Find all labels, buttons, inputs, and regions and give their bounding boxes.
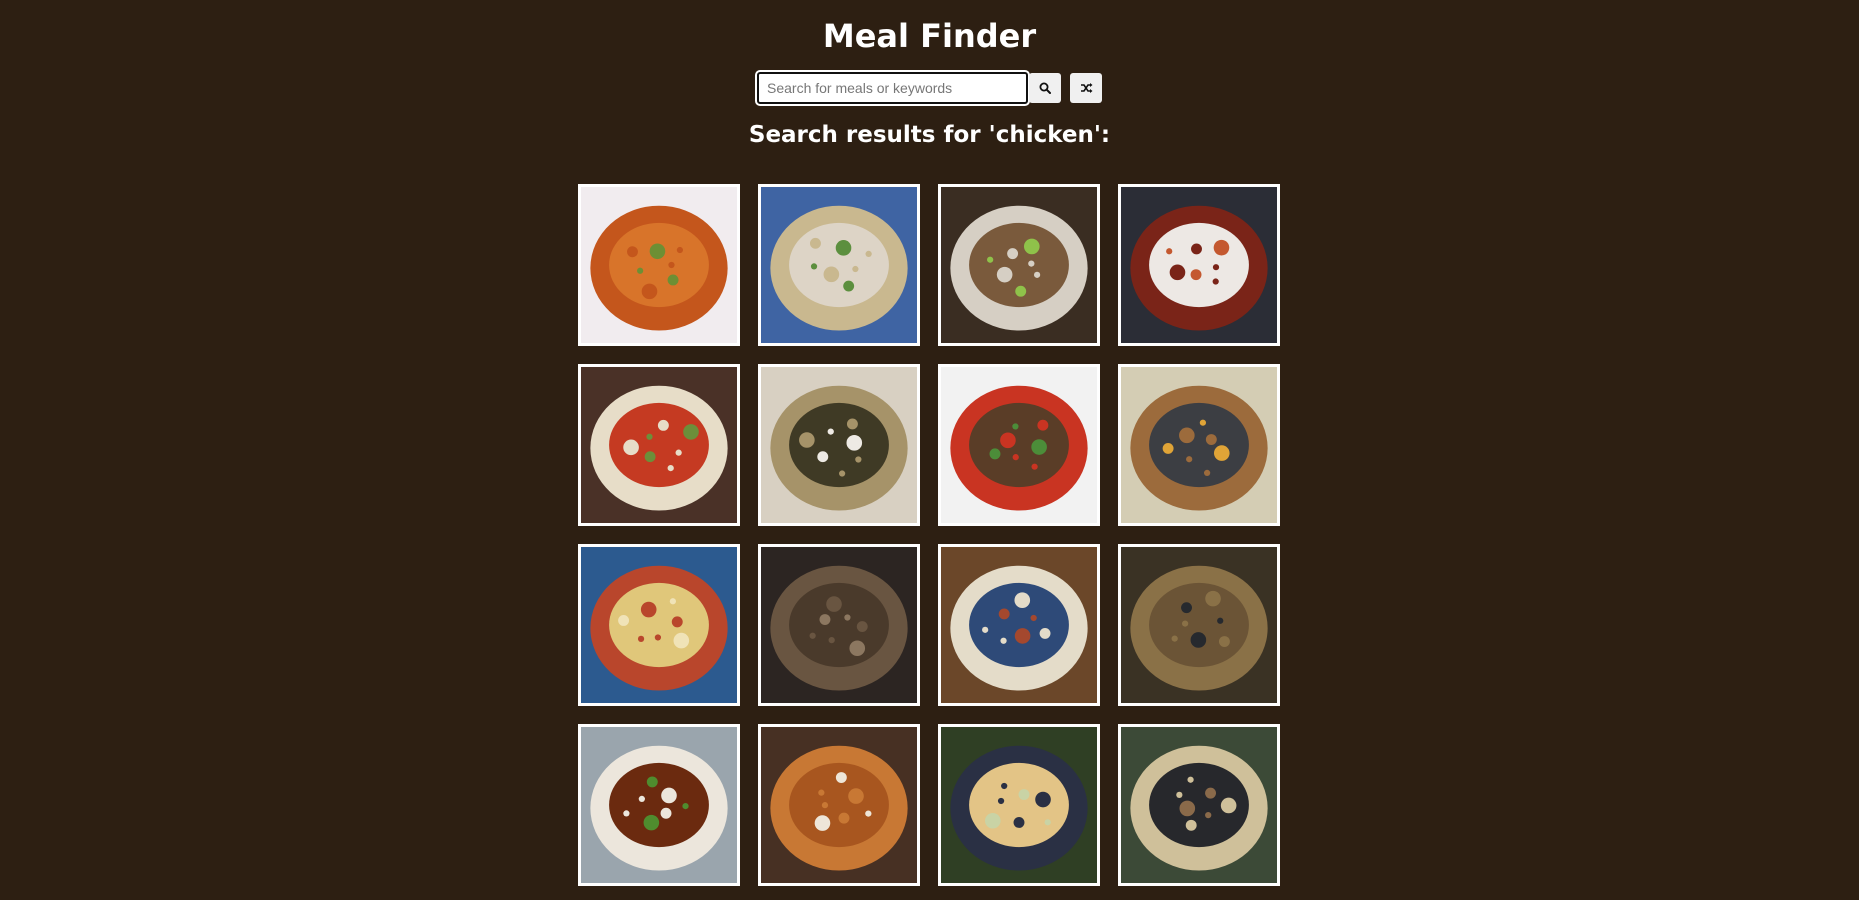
meal-thumbnail	[1121, 187, 1277, 343]
meal-card[interactable]	[758, 544, 920, 706]
meal-thumbnail	[1121, 547, 1277, 703]
search-icon	[1039, 82, 1051, 94]
meal-thumbnail	[941, 187, 1097, 343]
meal-card[interactable]	[1118, 724, 1280, 886]
meal-thumbnail	[761, 367, 917, 523]
meal-card[interactable]	[1118, 544, 1280, 706]
shuffle-icon	[1080, 83, 1092, 93]
results-heading: Search results for 'chicken':	[748, 122, 1111, 148]
meal-card[interactable]	[578, 184, 740, 346]
meal-card[interactable]	[758, 724, 920, 886]
meal-thumbnail	[581, 727, 737, 883]
meal-thumbnail	[1121, 367, 1277, 523]
meal-finder-page: Meal Finder Search results for 'chicken'…	[0, 0, 1859, 900]
meal-thumbnail	[1121, 727, 1277, 883]
meal-card[interactable]	[1118, 184, 1280, 346]
meal-card[interactable]	[938, 724, 1100, 886]
search-input[interactable]	[755, 70, 1030, 106]
meal-thumbnail	[581, 187, 737, 343]
meal-card[interactable]	[938, 364, 1100, 526]
search-form	[755, 70, 1102, 106]
random-meal-button[interactable]	[1070, 73, 1102, 103]
meal-thumbnail	[761, 187, 917, 343]
meal-thumbnail	[581, 367, 737, 523]
meal-thumbnail	[941, 367, 1097, 523]
search-button[interactable]	[1029, 73, 1061, 103]
meals-grid	[578, 184, 1280, 886]
meal-card[interactable]	[578, 364, 740, 526]
page-title: Meal Finder	[822, 17, 1037, 55]
meal-thumbnail	[581, 547, 737, 703]
meal-card[interactable]	[938, 544, 1100, 706]
meal-thumbnail	[941, 727, 1097, 883]
meal-card[interactable]	[578, 544, 740, 706]
meal-card[interactable]	[938, 184, 1100, 346]
meal-card[interactable]	[578, 724, 740, 886]
meal-thumbnail	[761, 727, 917, 883]
meal-card[interactable]	[1118, 364, 1280, 526]
meal-card[interactable]	[758, 364, 920, 526]
meal-thumbnail	[761, 547, 917, 703]
meal-card[interactable]	[758, 184, 920, 346]
meal-thumbnail	[941, 547, 1097, 703]
